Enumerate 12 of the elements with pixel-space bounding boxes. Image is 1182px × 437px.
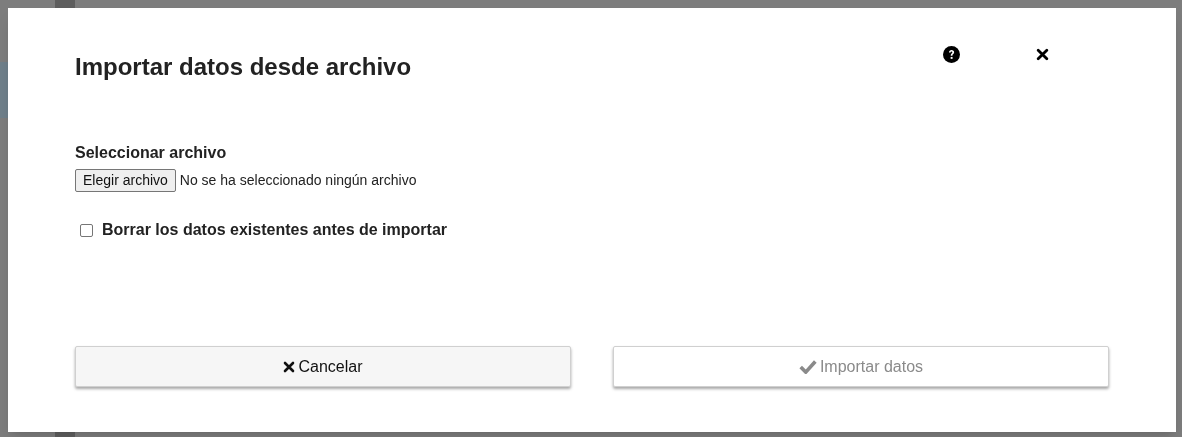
- checkbox[interactable]: [80, 223, 93, 237]
- checkbox-label[interactable]: Borrar los datos existentes antes de importar: [102, 218, 447, 242]
- help-icon[interactable]: [943, 45, 960, 63]
- file-status: No se ha seleccionado ningún archivo: [179, 171, 417, 190]
- close-icon[interactable]: [1036, 47, 1049, 61]
- header-strip: [0, 62, 8, 118]
- dialog-title: Importar datos desde archivo: [75, 52, 412, 82]
- cancel-button[interactable]: Cancelar: [75, 346, 571, 387]
- close-icon: [283, 360, 296, 373]
- check-icon: [798, 359, 817, 374]
- choose-file-button[interactable]: Elegir archivo: [75, 169, 176, 192]
- field-label: Seleccionar archivo: [75, 143, 228, 163]
